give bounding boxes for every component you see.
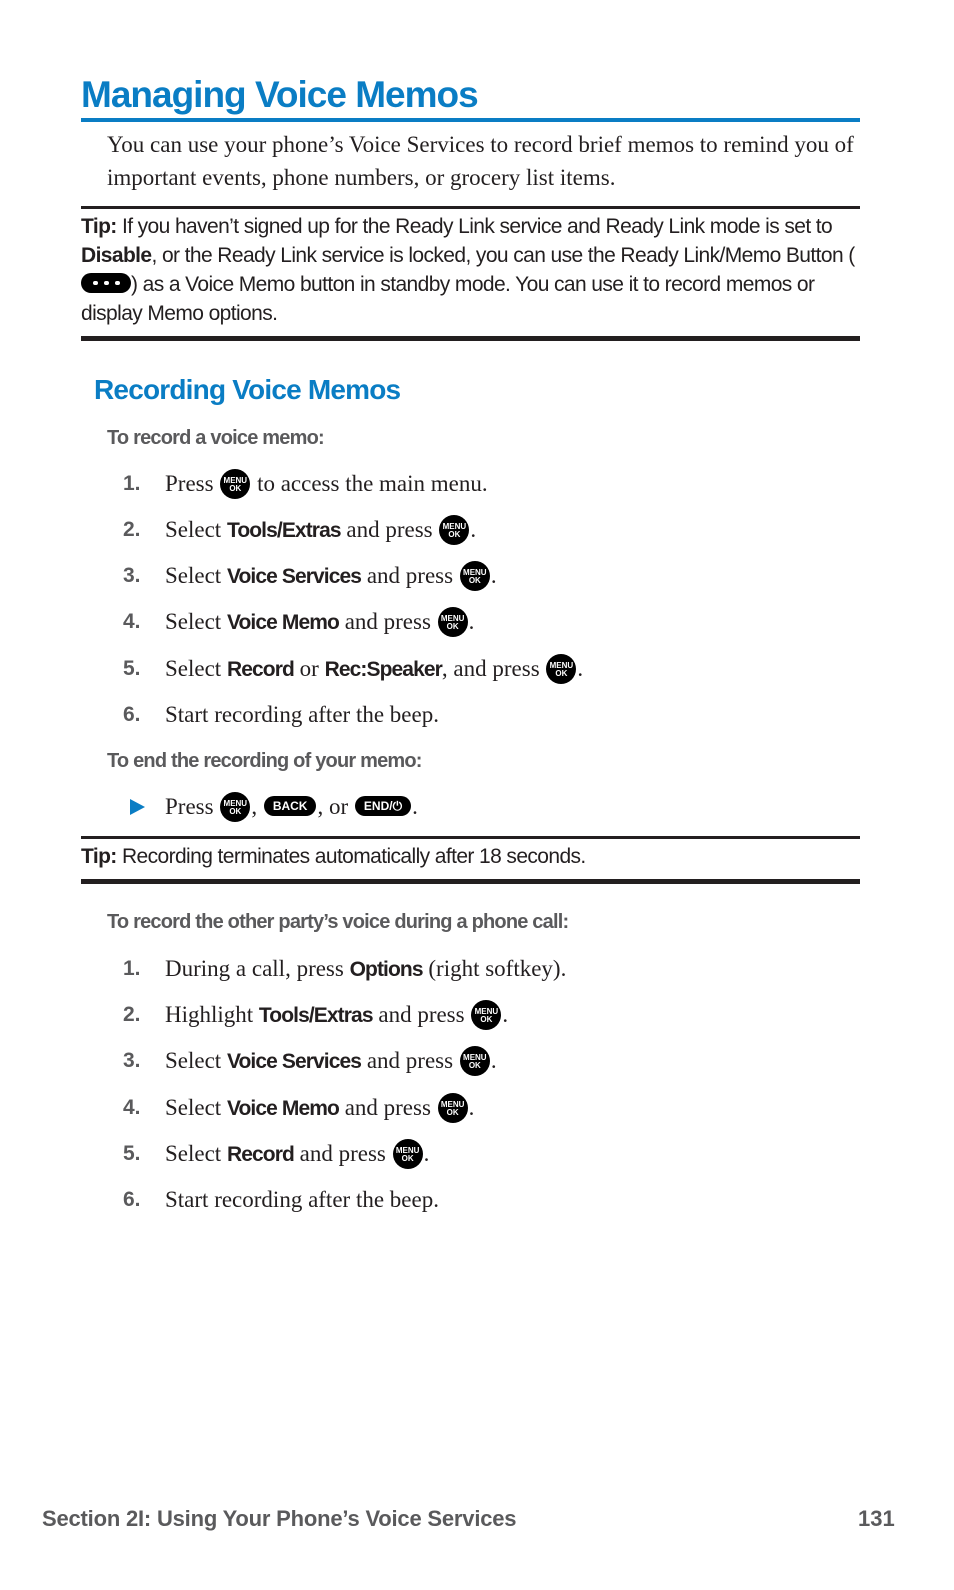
step-number: 5. <box>123 657 141 680</box>
menu-ok-key-icon: MENU OK <box>459 560 490 591</box>
title-underline <box>81 118 860 122</box>
tip-bottom-rule <box>81 336 860 341</box>
tip-text-3: ) as a Voice Memo button in standby mode… <box>81 273 815 325</box>
step-text: Select Voice Services and press MENU OK. <box>165 556 497 597</box>
menu-ok-key-icon: MENU OK <box>437 606 468 637</box>
call-step: 6. Start recording after the beep. <box>0 1180 900 1220</box>
step-number: 5. <box>123 1142 141 1165</box>
step-number: 4. <box>123 1096 141 1119</box>
back-key-icon: BACK <box>263 795 317 816</box>
record-step: 6. Start recording after the beep. <box>0 695 900 735</box>
footer-section-title: Section 2I: Using Your Phone’s Voice Ser… <box>42 1506 517 1531</box>
step-number: 3. <box>123 564 141 587</box>
record-step: 5. Select Record or Rec:Speaker, and pre… <box>0 649 900 689</box>
step-text: Select Voice Memo and press MENU OK. <box>165 1088 474 1129</box>
step-text: Select Tools/Extras and press MENU OK. <box>165 510 476 551</box>
step-text: Select Record and press MENU OK. <box>165 1134 429 1175</box>
tip-label: Tip: <box>81 845 117 868</box>
page-title: Managing Voice Memos <box>81 74 479 115</box>
step-text: Press MENU OK to access the main menu. <box>165 464 488 504</box>
intro-paragraph: You can use your phone’s Voice Services … <box>107 132 854 190</box>
menu-ok-key-icon: MENU OK <box>439 514 470 545</box>
end-subheading: To end the recording of your memo: <box>107 750 422 772</box>
step-text: Start recording after the beep. <box>165 702 439 727</box>
step-number: 2. <box>123 518 141 541</box>
ready-link-memo-button-icon <box>81 273 131 294</box>
menu-ok-key-icon: MENU OK <box>220 791 251 822</box>
step-number: 3. <box>123 1049 141 1072</box>
end-power-key-icon: END/⏻ <box>354 795 412 816</box>
tip-text-2: , or the Ready Link service is locked, y… <box>151 244 856 267</box>
call-step: 3. Select Voice Services and press MENU O… <box>0 1041 900 1081</box>
step-text: Select Voice Services and press MENU OK. <box>165 1041 497 1082</box>
call-step: 2. Highlight Tools/Extras and press MENU… <box>0 995 900 1035</box>
step-text: During a call, press Options (right soft… <box>165 956 567 981</box>
step-number: 4. <box>123 610 141 633</box>
call-step: 4. Select Voice Memo and press MENU OK. <box>0 1088 900 1128</box>
tip2-top-rule <box>81 836 860 839</box>
menu-ok-key-icon: MENU OK <box>459 1045 490 1076</box>
menu-ok-key-icon: MENU OK <box>437 1092 468 1123</box>
tip-auto-terminate: Tip: Recording terminates automatically … <box>81 842 860 871</box>
bullet-arrow-icon <box>130 799 145 815</box>
step-number: 2. <box>123 1003 141 1026</box>
menu-ok-key-icon: MENU OK <box>220 468 251 499</box>
step-text: Start recording after the beep. <box>165 1187 439 1212</box>
record-step: 4. Select Voice Memo and press MENU OK. <box>0 602 900 642</box>
record-subheading: To record a voice memo: <box>107 427 325 449</box>
call-subheading: To record the other party’s voice during… <box>107 911 569 933</box>
step-number: 6. <box>123 703 141 726</box>
record-step: 3. Select Voice Services and press MENU O… <box>0 556 900 596</box>
end-bullet: Press MENU OK, BACK, or END/⏻. <box>0 787 900 827</box>
tip-text-1: If you haven’t signed up for the Ready L… <box>116 215 833 238</box>
tip-text: Recording terminates automatically after… <box>116 845 586 868</box>
call-step: 1. During a call, press Options (right s… <box>0 949 900 989</box>
page-number: 131 <box>858 1506 895 1531</box>
tip2-bottom-rule <box>81 879 860 884</box>
record-step: 2. Select Tools/Extras and press MENU OK. <box>0 510 900 550</box>
tip-bold-disable: Disable <box>81 244 152 267</box>
step-text: Highlight Tools/Extras and press MENU OK. <box>165 995 508 1036</box>
step-number: 1. <box>123 957 141 980</box>
section-heading: Recording Voice Memos <box>94 374 401 405</box>
menu-ok-key-icon: MENU OK <box>471 999 502 1030</box>
step-text: Select Voice Memo and press MENU OK. <box>165 602 474 643</box>
manual-page: Managing Voice Memos You can use your ph… <box>0 0 954 1590</box>
menu-ok-key-icon: MENU OK <box>546 653 577 684</box>
menu-ok-key-icon: MENU OK <box>392 1138 423 1169</box>
tip-label: Tip: <box>81 215 117 238</box>
step-number: 6. <box>123 1188 141 1211</box>
step-number: 1. <box>123 472 141 495</box>
step-text: Select Record or Rec:Speaker, and press … <box>165 649 583 690</box>
tip-top-rule <box>81 206 860 209</box>
record-step: 1. Press MENU OK to access the main menu. <box>0 464 900 504</box>
call-step: 5. Select Record and press MENU OK. <box>0 1134 900 1174</box>
step-text: Press MENU OK, BACK, or END/⏻. <box>165 787 418 827</box>
tip-ready-link: Tip: If you haven’t signed up for the Re… <box>81 212 860 328</box>
